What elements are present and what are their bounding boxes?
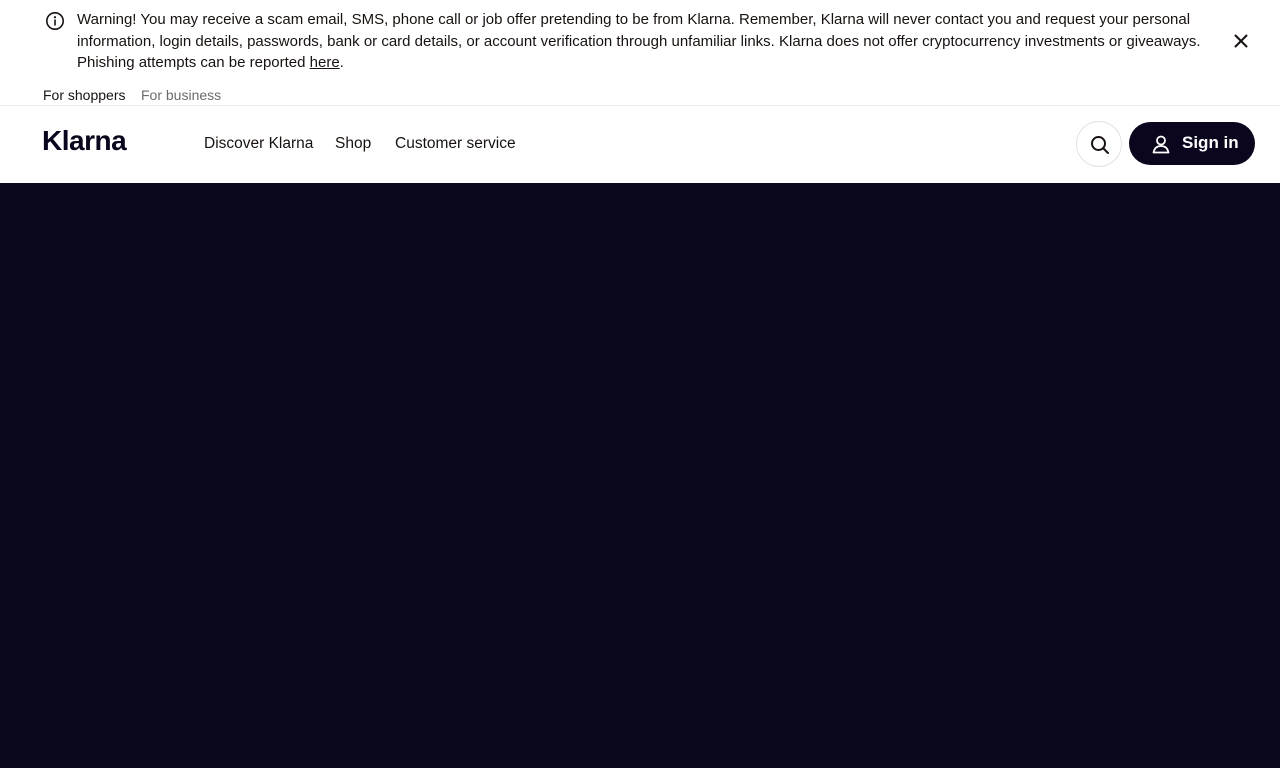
hero-section	[0, 183, 1280, 768]
info-icon	[45, 11, 65, 31]
nav-discover-klarna[interactable]: Discover Klarna	[204, 135, 313, 153]
klarna-logo[interactable]: Klarna	[42, 125, 127, 157]
nav-shop[interactable]: Shop	[335, 135, 371, 153]
scam-warning-banner: Warning! You may receive a scam email, S…	[0, 0, 1280, 80]
warning-suffix: .	[339, 54, 344, 71]
nav-customer-service[interactable]: Customer service	[395, 135, 516, 153]
sign-in-label: Sign in	[1182, 133, 1239, 152]
warning-message: Warning! You may receive a scam email, S…	[77, 9, 1207, 74]
user-icon	[1150, 133, 1172, 155]
search-button[interactable]	[1076, 121, 1122, 167]
report-phishing-link[interactable]: here	[310, 54, 340, 71]
tab-for-shoppers[interactable]: For shoppers	[43, 87, 125, 103]
close-icon[interactable]	[1230, 30, 1252, 52]
sign-in-button[interactable]: Sign in	[1129, 122, 1255, 165]
search-icon	[1091, 136, 1109, 154]
warning-text: Warning! You may receive a scam email, S…	[77, 11, 1201, 71]
main-header: Klarna Discover Klarna Shop Customer ser…	[0, 107, 1280, 183]
audience-tabs: For shoppers For business	[0, 80, 1280, 106]
tab-for-business[interactable]: For business	[141, 87, 221, 103]
